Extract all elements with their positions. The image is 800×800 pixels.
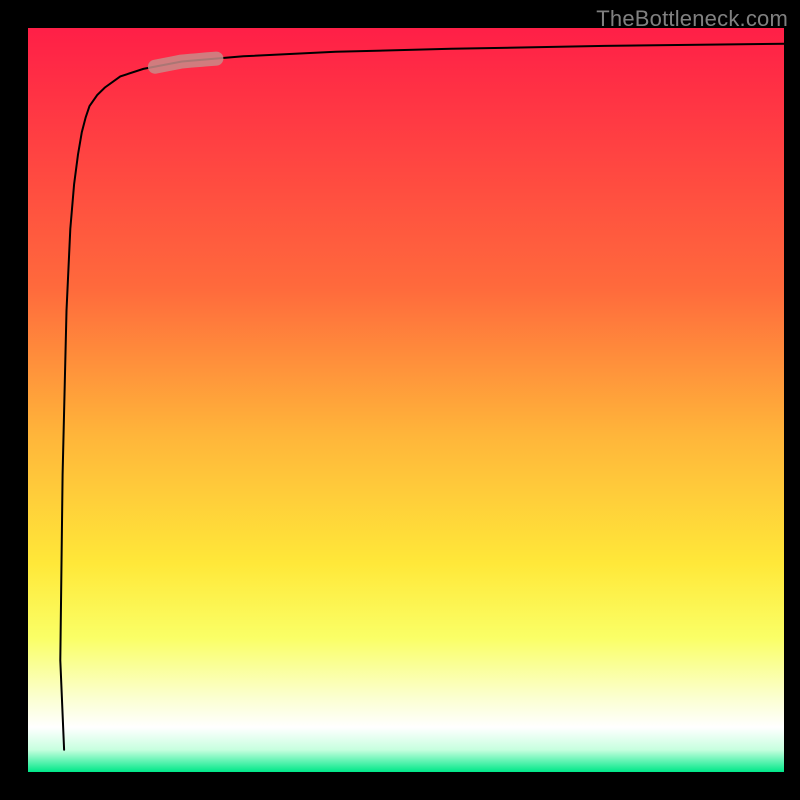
curve-highlight-marker: [155, 59, 217, 67]
heat-gradient-area: [28, 28, 797, 772]
bottleneck-curve-chart: [0, 0, 800, 800]
chart-container: TheBottleneck.com: [0, 0, 800, 800]
watermark-label: TheBottleneck.com: [596, 6, 788, 32]
